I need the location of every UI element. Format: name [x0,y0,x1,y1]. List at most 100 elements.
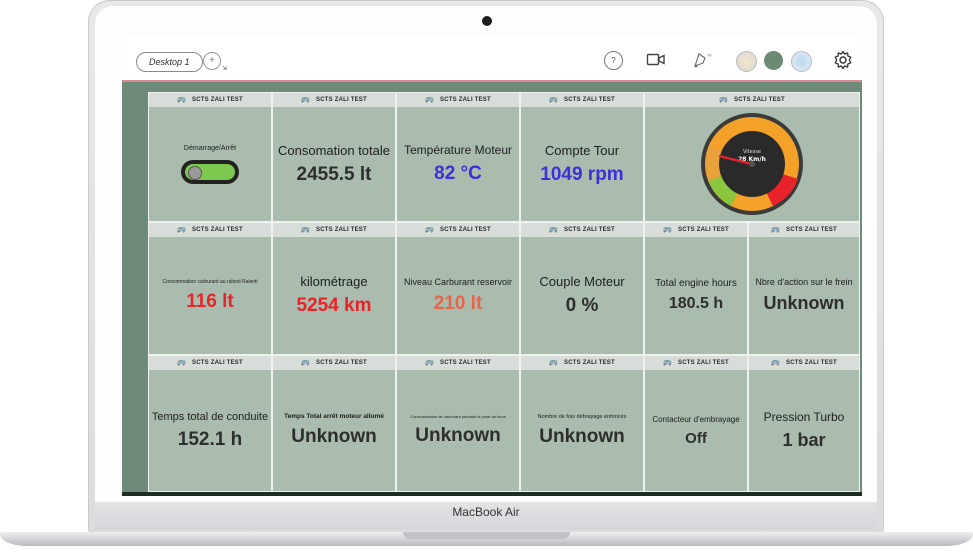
widget-consommation: 🚌 SCTS ZALI TEST Consomation totale 2455.… [272,92,396,222]
engine-hours-label: Total engine hours [655,278,737,289]
bus-icon: 🚌 [549,359,559,366]
video-camera-icon[interactable] [646,51,666,68]
couple-moteur-value: 0 % [565,295,599,316]
widget-header: 🚌 SCTS ZALI TEST [645,356,747,370]
debrayage-label: Nombre de fois débrayage enfoncés [537,413,627,420]
widget-speed-gauge: 🚌 SCTS ZALI TEST Vitesse 28 Km/h [644,92,860,222]
kilometrage-value: 5254 km [296,295,372,316]
brand-label: MacBook Air [452,505,520,519]
add-desktop-button[interactable]: + [203,52,221,70]
widget-compte-tour: 🚌 SCTS ZALI TEST Compte Tour 1049 rpm [520,92,644,222]
widget-debrayage: 🚌 SCTS ZALI TEST Nombre de fois débrayage… [520,355,644,492]
embrayage-value: Off [685,429,707,447]
app-toolbar: Desktop 1 + ⇲ ? ∞ [122,36,862,82]
consommation-ralenti-value: 116 lt [186,290,234,312]
widget-header-label: SCTS ZALI TEST [316,97,367,103]
temps-conduite-label: Temps total de conduite [151,410,269,423]
widget-header: 🚌 SCTS ZALI TEST [521,356,643,370]
bus-icon: 🚌 [301,96,311,103]
carburant-pto-label: Consommation de carburant pendant la pri… [410,414,506,419]
widget-header: 🚌 SCTS ZALI TEST [397,356,519,370]
widget-body: kilométrage 5254 km [273,237,395,354]
widget-body: Total engine hours 180.5 h [645,237,747,354]
widget-header-label: SCTS ZALI TEST [316,360,367,366]
bus-icon: 🚌 [177,359,187,366]
frein-value: Unknown [763,293,845,313]
widget-body: Niveau Carburant reservoir 210 lt [397,237,519,354]
avatar-globe[interactable] [791,51,812,72]
widget-header-label: SCTS ZALI TEST [786,227,837,233]
gauge-title: Vitesse [743,149,761,155]
widget-header: 🚌 SCTS ZALI TEST [273,93,395,107]
bus-icon: 🚌 [549,226,559,233]
widget-temperature: 🚌 SCTS ZALI TEST Température Moteur 82 °C [396,92,520,222]
widget-header: 🚌 SCTS ZALI TEST [521,93,643,107]
widget-body: Contacteur d'embrayage Off [645,370,747,491]
engine-hours-value: 180.5 h [668,295,724,312]
widget-body: Compte Tour 1049 rpm [521,107,643,221]
widget-header: 🚌 SCTS ZALI TEST [521,223,643,237]
avatar-light[interactable] [736,51,757,72]
widget-header-label: SCTS ZALI TEST [786,360,837,366]
widget-body: Démarrage/Arrêt [149,107,271,221]
widget-engine-hours: 🚌 SCTS ZALI TEST Total engine hours 180.5… [644,222,748,355]
help-button[interactable]: ? [604,51,623,70]
laptop-opening-notch [403,532,570,539]
widget-header-label: SCTS ZALI TEST [734,97,785,103]
temps-conduite-value: 152.1 h [177,428,243,450]
bus-icon: 🚌 [719,96,729,103]
kilometrage-label: kilométrage [300,274,368,289]
niveau-carburant-value: 210 lt [433,292,483,314]
widget-body: Consommation de carburant pendant la pri… [397,370,519,491]
widget-turbo: 🚌 SCTS ZALI TEST Pression Turbo 1 bar [748,355,860,492]
widget-header-label: SCTS ZALI TEST [440,97,491,103]
gear-icon[interactable] [833,50,853,70]
widget-header: 🚌 SCTS ZALI TEST [149,356,271,370]
widget-frein: 🚌 SCTS ZALI TEST Nbre d'action sur le fre… [748,222,860,355]
bus-icon: 🚌 [771,359,781,366]
widget-body: Pression Turbo 1 bar [749,370,859,491]
consommation-label: Consomation totale [277,142,390,158]
bus-icon: 🚌 [663,359,673,366]
widget-header-label: SCTS ZALI TEST [316,227,367,233]
widget-grid: 🚌 SCTS ZALI TEST Démarrage/Arrêt 🚌 SCTS ZA… [148,82,860,492]
widget-body: Consomation totale 2455.5 lt [273,107,395,221]
widget-body: Vitesse 28 Km/h [645,107,859,221]
widget-header: 🚌 SCTS ZALI TEST [397,223,519,237]
speed-gauge: Vitesse 28 Km/h [701,113,803,215]
demarrage-toggle[interactable] [181,159,239,184]
consommation-value: 2455.5 lt [296,163,372,185]
widget-header-label: SCTS ZALI TEST [564,97,615,103]
embrayage-label: Contacteur d'embrayage [652,414,740,424]
bell-icon[interactable]: ∞ [690,51,714,69]
widget-demarrage: 🚌 SCTS ZALI TEST Démarrage/Arrêt [148,92,272,222]
bus-icon: 🚌 [771,226,781,233]
widget-body: Consommation carburant au ralenti Ralent… [149,237,271,354]
widget-header: 🚌 SCTS ZALI TEST [273,223,395,237]
screen: Desktop 1 + ⇲ ? ∞ 🚌SCTS ZALI TEST Démar [122,36,862,496]
widget-body: Temps total de conduite 152.1 h [149,370,271,491]
temperature-value: 82 °C [434,163,482,184]
widget-carburant-pto: 🚌 SCTS ZALI TEST Consommation de carburan… [396,355,520,492]
widget-header-label: SCTS ZALI TEST [192,360,243,366]
widget-header: 🚌 SCTS ZALI TEST [149,93,271,107]
widget-header: 🚌 SCTS ZALI TEST [749,356,859,370]
widget-kilometrage: 🚌 SCTS ZALI TEST kilométrage 5254 km [272,222,396,355]
consommation-ralenti-label: Consommation carburant au ralenti Ralent… [162,278,258,285]
widget-header-label: SCTS ZALI TEST [564,227,615,233]
widget-body: Nbre d'action sur le frein Unknown [749,237,859,354]
widget-body: Couple Moteur 0 % [521,237,643,354]
webcam [482,16,492,26]
widget-header: 🚌 SCTS ZALI TEST [273,356,395,370]
bus-icon: 🚌 [177,96,187,103]
widget-temps-conduite: 🚌 SCTS ZALI TEST Temps total de conduite … [148,355,272,492]
widget-header-label: SCTS ZALI TEST [564,360,615,366]
resize-handle-icon: ⇲ [222,66,228,72]
desktop-tab[interactable]: Desktop 1 [136,52,203,72]
bus-icon: 🚌 [663,226,673,233]
widget-header: 🚌 SCTS ZALI TEST [645,223,747,237]
turbo-label: Pression Turbo [763,410,845,424]
svg-text:∞: ∞ [707,52,712,59]
avatar-green[interactable] [764,51,783,70]
arret-moteur-label: Temps Total arrêt moteur allumé [284,413,384,420]
